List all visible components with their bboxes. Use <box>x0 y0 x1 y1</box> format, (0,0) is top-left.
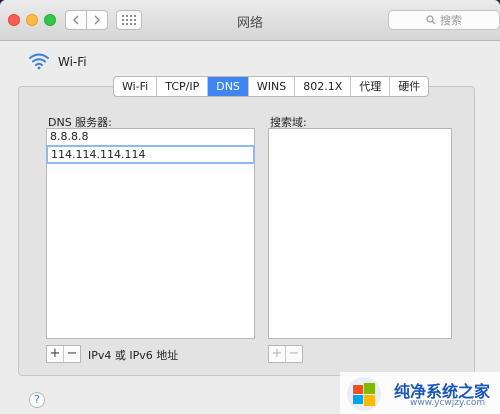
watermark-url: www.ycwjzy.com <box>410 398 486 408</box>
dns-hint-label: IPv4 或 IPv6 地址 <box>88 349 179 362</box>
title-bar: 网络 搜索 <box>0 0 500 41</box>
list-item[interactable]: 8.8.8.8 <box>47 129 254 145</box>
remove-dns-button[interactable]: − <box>64 346 80 362</box>
tab-dns[interactable]: DNS <box>208 77 249 96</box>
settings-tabs: Wi-Fi TCP/IP DNS WINS 802.1X 代理 硬件 <box>113 76 430 97</box>
tab-wifi[interactable]: Wi-Fi <box>114 77 158 96</box>
tab-proxies[interactable]: 代理 <box>351 77 391 96</box>
search-icon <box>426 15 436 25</box>
search-domain-add-remove-control: + − <box>268 345 303 363</box>
list-item-editing[interactable]: 114.114.114.114 <box>46 145 255 164</box>
tab-8021x[interactable]: 802.1X <box>295 77 352 96</box>
search-placeholder: 搜索 <box>440 14 462 27</box>
search-domains-list[interactable] <box>268 128 452 339</box>
network-window: 网络 搜索 Wi-Fi Wi-Fi TCP/IP DNS WINS 802.1X… <box>0 0 500 414</box>
wifi-icon <box>29 53 49 70</box>
dns-add-remove-control: + − <box>46 345 81 363</box>
search-field[interactable]: 搜索 <box>388 10 500 30</box>
interface-name: Wi-Fi <box>58 55 87 69</box>
help-button[interactable]: ? <box>29 392 45 408</box>
add-dns-button[interactable]: + <box>47 346 64 362</box>
dns-servers-list[interactable]: 8.8.8.8 114.114.114.114 <box>46 128 255 339</box>
add-search-domain-button[interactable]: + <box>269 346 286 362</box>
tab-wins[interactable]: WINS <box>249 77 296 96</box>
remove-search-domain-button[interactable]: − <box>286 346 302 362</box>
tab-tcpip[interactable]: TCP/IP <box>157 77 209 96</box>
tab-hardware[interactable]: 硬件 <box>390 77 428 96</box>
